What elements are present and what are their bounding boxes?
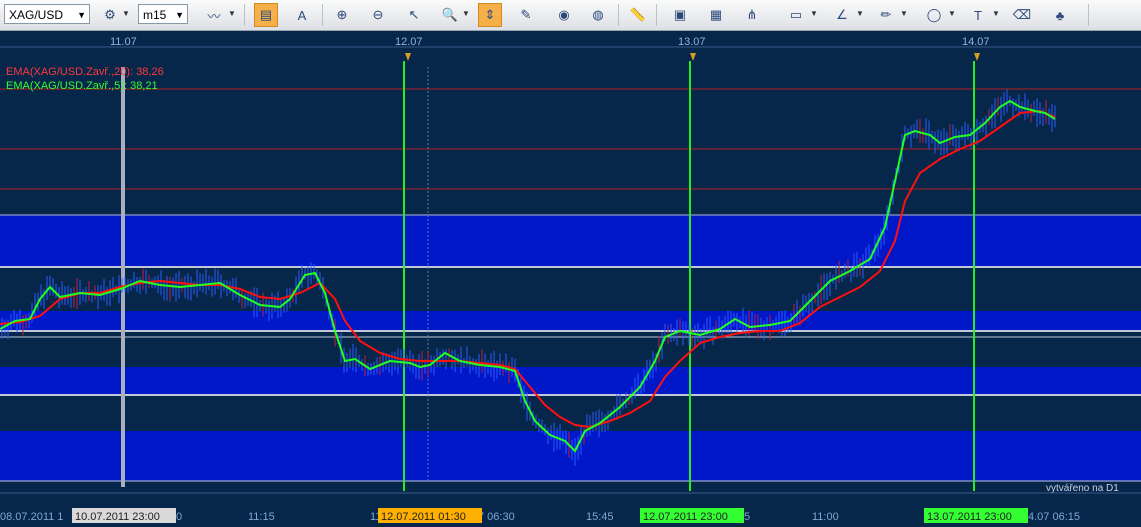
top-date-label: 12.07 xyxy=(395,36,423,48)
highlight-date-label: 12.07.2011 01:30 xyxy=(381,511,466,523)
chart-icon[interactable]: ▦ xyxy=(704,3,728,27)
bottom-axis-label: 15:45 xyxy=(586,511,614,523)
price-chart[interactable]: 11.07 12.07 13.07 14.07 EMA(XAG/USD.Zavř… xyxy=(0,31,1141,527)
ema5-label: EMA(XAG/USD.Zavř.,5): 38,21 xyxy=(6,80,158,92)
bottom-axis-label: 11:00 xyxy=(812,511,839,523)
fork-icon[interactable]: ⋔ xyxy=(740,3,764,27)
symbol-value: XAG/USD xyxy=(9,8,64,22)
toolbar-separator xyxy=(618,4,619,26)
chevron-down-icon: ▼ xyxy=(175,10,184,20)
ruler-icon[interactable]: 📏 xyxy=(626,3,650,27)
bottom-axis-label: 0 xyxy=(176,511,182,523)
text-icon[interactable]: T xyxy=(966,3,990,27)
chevron-down-icon[interactable]: ▼ xyxy=(462,9,470,18)
symbol-select[interactable]: XAG/USD ▼ xyxy=(4,4,90,24)
chevron-down-icon[interactable]: ▼ xyxy=(228,9,236,18)
pencil-icon[interactable]: ✏ xyxy=(874,3,898,27)
chevron-down-icon[interactable]: ▼ xyxy=(810,9,818,18)
toolbar-separator xyxy=(244,4,245,26)
toolbar-separator xyxy=(656,4,657,26)
edit-icon[interactable]: ✎ xyxy=(514,3,538,27)
bottom-axis-label: 11:15 xyxy=(248,511,275,523)
ema20-label: EMA(XAG/USD.Zavř.,20): 38,26 xyxy=(6,66,164,78)
zoom-out-icon[interactable]: ⊖ xyxy=(366,3,390,27)
top-date-label: 13.07 xyxy=(678,36,706,48)
globe-icon[interactable]: ◍ xyxy=(586,3,610,27)
highlight-date-label: 10.07.2011 23:00 xyxy=(75,511,160,523)
chevron-down-icon[interactable]: ▼ xyxy=(856,9,864,18)
zoom-area-icon[interactable]: 🔍 xyxy=(438,3,462,27)
top-date-label: 14.07 xyxy=(962,36,990,48)
highlight-date-label: 13.07.2011 23:00 xyxy=(927,511,1012,523)
bottom-axis-label: 4.07 06:15 xyxy=(1028,511,1080,523)
indicator-settings-icon[interactable]: ⚙ xyxy=(98,3,122,27)
chevron-down-icon[interactable]: ▼ xyxy=(948,9,956,18)
eraser-icon[interactable]: ⌫ xyxy=(1010,3,1034,27)
watermark-text: vytvářeno na D1 xyxy=(1046,483,1119,494)
timeframe-value: m15 xyxy=(143,8,167,22)
image-icon[interactable]: ▣ xyxy=(668,3,692,27)
text-format-icon[interactable]: A xyxy=(290,3,314,27)
price-band xyxy=(0,367,1141,395)
chevron-down-icon[interactable]: ▼ xyxy=(900,9,908,18)
highlight-date-label: 12.07.2011 23:00 xyxy=(643,511,728,523)
top-date-label: 11.07 xyxy=(110,36,137,48)
bottom-axis-label: 7 06:30 xyxy=(478,511,515,523)
tree-icon[interactable]: ♣ xyxy=(1048,3,1072,27)
chevron-down-icon[interactable]: ▼ xyxy=(992,9,1000,18)
cursor-icon[interactable]: ↖ xyxy=(402,3,426,27)
chevron-down-icon: ▼ xyxy=(77,10,86,20)
chart-type-icon[interactable]: 〰 xyxy=(202,3,226,27)
fit-icon[interactable]: ⇕ xyxy=(478,3,502,27)
ellipse-icon[interactable]: ◯ xyxy=(922,3,946,27)
timeframe-select[interactable]: m15 ▼ xyxy=(138,4,188,24)
fibonacci-icon[interactable]: ∠ xyxy=(830,3,854,27)
price-band xyxy=(0,311,1141,331)
chevron-down-icon[interactable]: ▼ xyxy=(122,9,130,18)
zoom-in-icon[interactable]: ⊕ xyxy=(330,3,354,27)
price-band xyxy=(0,215,1141,267)
bottom-axis-label: 5 xyxy=(744,511,750,523)
main-toolbar: XAG/USD ▼ ⚙ ▼ m15 ▼ 〰 ▼ ▤ A ⊕ ⊖ ↖ 🔍 ▼ ⇕ … xyxy=(0,0,1141,31)
eye-icon[interactable]: ◉ xyxy=(552,3,576,27)
price-band xyxy=(0,431,1141,481)
toolbar-separator xyxy=(322,4,323,26)
bar-chart-icon[interactable]: ▤ xyxy=(254,3,278,27)
channel-icon[interactable]: ▭ xyxy=(784,3,808,27)
bottom-axis-label: 08.07.2011 1 xyxy=(0,511,63,523)
toolbar-separator xyxy=(1088,4,1089,26)
cursor-line[interactable] xyxy=(121,67,125,487)
